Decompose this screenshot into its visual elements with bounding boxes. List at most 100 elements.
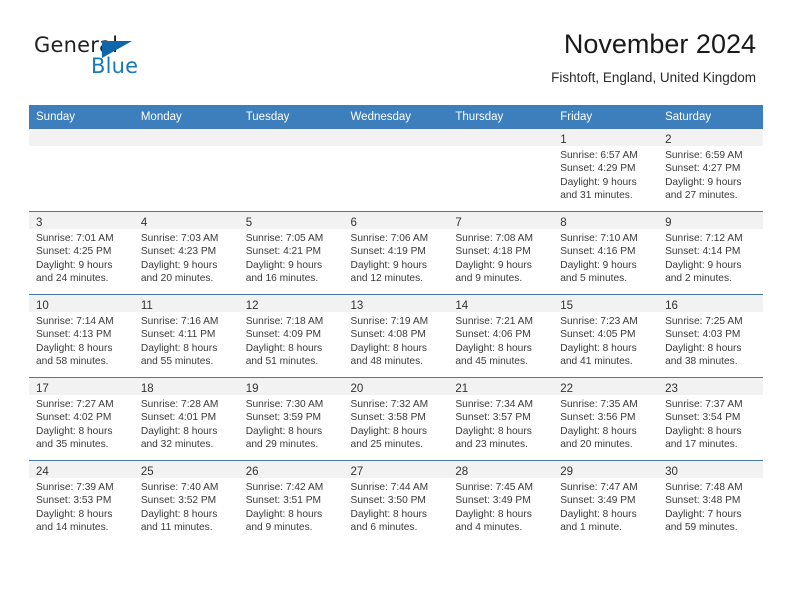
day-detail-line: and 25 minutes. — [350, 439, 424, 451]
calendar-day-cell[interactable]: 20 Sunrise: 7:32 AM Sunset: 3:58 PM Dayligh… — [343, 377, 449, 461]
day-number: 15 — [560, 300, 574, 312]
day-detail-line: Sunrise: 7:30 AM — [245, 399, 324, 410]
day-number-band: 6 — [343, 212, 449, 229]
calendar-day-cell[interactable]: 12 Sunrise: 7:18 AM Sunset: 4:09 PM Dayligh… — [238, 294, 344, 378]
day-detail-line: Sunrise: 7:39 AM — [36, 482, 114, 493]
day-cell-inner: 24 Sunrise: 7:39 AM Sunset: 3:53 PM Dayligh… — [29, 461, 134, 543]
calendar-day-cell[interactable]: 15 Sunrise: 7:23 AM Sunset: 4:05 PM Dayligh… — [553, 294, 659, 378]
day-detail-lines: Sunrise: 7:05 AM Sunset: 4:21 PM Daylight:… — [239, 229, 344, 286]
day-detail-line: Sunset: 4:09 PM — [245, 329, 322, 341]
calendar-week-row: 17 Sunrise: 7:27 AM Sunset: 4:02 PM Dayligh… — [29, 377, 763, 461]
day-detail-line: Daylight: 8 hours — [560, 342, 637, 354]
day-detail-lines: Sunrise: 7:10 AM Sunset: 4:16 PM Daylight:… — [553, 229, 658, 286]
day-number-band: 3 — [29, 212, 134, 229]
day-number: 9 — [665, 217, 672, 229]
calendar-day-cell[interactable]: 28 Sunrise: 7:45 AM Sunset: 3:49 PM Dayligh… — [448, 460, 554, 543]
calendar-day-cell[interactable]: 24 Sunrise: 7:39 AM Sunset: 3:53 PM Dayligh… — [29, 460, 134, 543]
calendar-day-cell[interactable]: 6 Sunrise: 7:06 AM Sunset: 4:19 PM Daylight… — [343, 211, 449, 295]
day-detail-line: and 9 minutes. — [245, 522, 313, 534]
day-detail-lines: Sunrise: 7:12 AM Sunset: 4:14 PM Daylight:… — [658, 229, 763, 286]
calendar-day-cell[interactable]: 17 Sunrise: 7:27 AM Sunset: 4:02 PM Dayligh… — [29, 377, 134, 461]
day-cell-inner: 18 Sunrise: 7:28 AM Sunset: 4:01 PM Dayligh… — [133, 378, 239, 460]
day-number-band: 21 — [448, 378, 554, 395]
day-number: 10 — [36, 300, 49, 312]
calendar-day-cell[interactable]: 22 Sunrise: 7:35 AM Sunset: 3:56 PM Dayligh… — [553, 377, 659, 461]
day-number: 26 — [245, 466, 259, 478]
day-number: 30 — [665, 466, 678, 478]
day-number-band: 4 — [133, 212, 239, 229]
day-cell-inner — [29, 129, 134, 211]
calendar-day-cell[interactable]: 23 Sunrise: 7:37 AM Sunset: 3:54 PM Dayligh… — [658, 377, 763, 461]
calendar-day-cell[interactable]: 25 Sunrise: 7:40 AM Sunset: 3:52 PM Dayligh… — [133, 460, 239, 543]
day-detail-line: Sunset: 4:29 PM — [560, 163, 636, 175]
day-detail-lines: Sunrise: 7:03 AM Sunset: 4:23 PM Daylight:… — [134, 229, 239, 286]
calendar-day-cell[interactable]: 8 Sunrise: 7:10 AM Sunset: 4:16 PM Daylight… — [553, 211, 659, 295]
calendar-day-cell[interactable]: 13 Sunrise: 7:19 AM Sunset: 4:08 PM Dayligh… — [343, 294, 449, 378]
calendar-day-cell[interactable]: 16 Sunrise: 7:25 AM Sunset: 4:03 PM Dayligh… — [658, 294, 763, 378]
day-detail-line: and 32 minutes. — [140, 439, 214, 451]
calendar-day-cell[interactable]: 26 Sunrise: 7:42 AM Sunset: 3:51 PM Dayligh… — [238, 460, 344, 543]
day-detail-line: Sunrise: 7:42 AM — [245, 482, 324, 493]
calendar-day-cell[interactable]: 14 Sunrise: 7:21 AM Sunset: 4:06 PM Dayligh… — [448, 294, 554, 378]
calendar-day-cell-empty — [133, 128, 239, 212]
calendar-day-cell[interactable]: 2 Sunrise: 6:59 AM Sunset: 4:27 PM Daylight… — [658, 128, 763, 212]
day-detail-line: Sunrise: 7:08 AM — [455, 233, 533, 244]
calendar-day-cell[interactable]: 11 Sunrise: 7:16 AM Sunset: 4:11 PM Dayligh… — [133, 294, 239, 378]
weekday-header-sunday: Sunday — [29, 105, 134, 129]
day-detail-lines: Sunrise: 7:28 AM Sunset: 4:01 PM Daylight:… — [134, 395, 239, 452]
day-detail-line: Daylight: 8 hours — [455, 425, 532, 437]
calendar-day-cell[interactable]: 19 Sunrise: 7:30 AM Sunset: 3:59 PM Dayligh… — [238, 377, 344, 461]
day-number-band: 7 — [448, 212, 554, 229]
calendar-day-cell[interactable]: 4 Sunrise: 7:03 AM Sunset: 4:23 PM Daylight… — [133, 211, 239, 295]
day-detail-lines — [239, 146, 344, 149]
calendar-day-cell[interactable]: 7 Sunrise: 7:08 AM Sunset: 4:18 PM Daylight… — [448, 211, 554, 295]
day-number-band: 12 — [238, 295, 344, 312]
day-number: 18 — [140, 383, 154, 395]
day-cell-inner: 11 Sunrise: 7:16 AM Sunset: 4:11 PM Dayligh… — [133, 295, 239, 377]
day-detail-line: and 24 minutes. — [36, 273, 109, 285]
day-detail-line: Daylight: 8 hours — [140, 342, 218, 354]
day-cell-inner: 10 Sunrise: 7:14 AM Sunset: 4:13 PM Dayligh… — [29, 295, 134, 377]
calendar-grid-wrapper: Sunday Monday Tuesday Wednesday Thursday Frid… — [29, 105, 763, 543]
calendar-day-cell[interactable]: 3 Sunrise: 7:01 AM Sunset: 4:25 PM Daylight… — [29, 211, 134, 295]
day-detail-lines: Sunrise: 6:57 AM Sunset: 4:29 PM Daylight:… — [553, 146, 658, 203]
day-cell-inner: 17 Sunrise: 7:27 AM Sunset: 4:02 PM Dayligh… — [29, 378, 134, 460]
day-number-band: 18 — [133, 378, 239, 395]
day-detail-lines: Sunrise: 7:21 AM Sunset: 4:06 PM Daylight:… — [448, 312, 553, 369]
day-number: 6 — [350, 217, 357, 229]
calendar-day-cell[interactable]: 30 Sunrise: 7:48 AM Sunset: 3:48 PM Dayligh… — [658, 460, 763, 543]
calendar-day-cell[interactable]: 18 Sunrise: 7:28 AM Sunset: 4:01 PM Dayligh… — [133, 377, 239, 461]
calendar-day-cell[interactable]: 5 Sunrise: 7:05 AM Sunset: 4:21 PM Daylight… — [238, 211, 344, 295]
day-number-band: 26 — [238, 461, 344, 478]
day-cell-inner — [343, 129, 449, 211]
day-detail-line: Sunrise: 7:25 AM — [665, 316, 743, 327]
day-cell-inner: 20 Sunrise: 7:32 AM Sunset: 3:58 PM Dayligh… — [343, 378, 449, 460]
calendar-day-cell[interactable]: 1 Sunrise: 6:57 AM Sunset: 4:29 PM Daylight… — [553, 128, 659, 212]
day-cell-inner: 29 Sunrise: 7:47 AM Sunset: 3:49 PM Dayligh… — [553, 461, 659, 543]
day-cell-inner: 7 Sunrise: 7:08 AM Sunset: 4:18 PM Daylight… — [448, 212, 554, 294]
calendar-day-cell[interactable]: 10 Sunrise: 7:14 AM Sunset: 4:13 PM Dayligh… — [29, 294, 134, 378]
calendar-day-cell[interactable]: 9 Sunrise: 7:12 AM Sunset: 4:14 PM Daylight… — [658, 211, 763, 295]
day-detail-lines: Sunrise: 7:18 AM Sunset: 4:09 PM Daylight:… — [239, 312, 344, 369]
day-detail-line: Sunrise: 7:35 AM — [560, 399, 638, 410]
calendar-week-row: 24 Sunrise: 7:39 AM Sunset: 3:53 PM Dayligh… — [29, 460, 763, 543]
day-number-band — [343, 129, 449, 146]
day-detail-lines: Sunrise: 7:37 AM Sunset: 3:54 PM Daylight:… — [658, 395, 763, 452]
day-detail-line: Sunrise: 7:28 AM — [140, 399, 219, 410]
day-cell-inner: 25 Sunrise: 7:40 AM Sunset: 3:52 PM Dayligh… — [133, 461, 239, 543]
day-number: 21 — [455, 383, 469, 395]
day-detail-lines: Sunrise: 7:01 AM Sunset: 4:25 PM Daylight:… — [29, 229, 134, 286]
day-detail-line: Sunrise: 7:10 AM — [560, 233, 638, 244]
calendar-day-cell[interactable]: 29 Sunrise: 7:47 AM Sunset: 3:49 PM Dayligh… — [553, 460, 659, 543]
day-number-band: 13 — [343, 295, 449, 312]
calendar-day-cell[interactable]: 27 Sunrise: 7:44 AM Sunset: 3:50 PM Dayligh… — [343, 460, 449, 543]
day-detail-line: Sunset: 3:54 PM — [665, 412, 741, 424]
day-number-band: 24 — [29, 461, 134, 478]
day-number-band — [448, 129, 554, 146]
day-detail-lines — [448, 146, 553, 149]
brand-logo[interactable]: General Blue — [34, 33, 234, 83]
day-detail-line: Sunset: 4:06 PM — [455, 329, 531, 341]
day-detail-line: and 12 minutes. — [350, 273, 424, 285]
day-detail-line: Sunrise: 6:57 AM — [560, 150, 638, 161]
calendar-day-cell[interactable]: 21 Sunrise: 7:34 AM Sunset: 3:57 PM Dayligh… — [448, 377, 554, 461]
